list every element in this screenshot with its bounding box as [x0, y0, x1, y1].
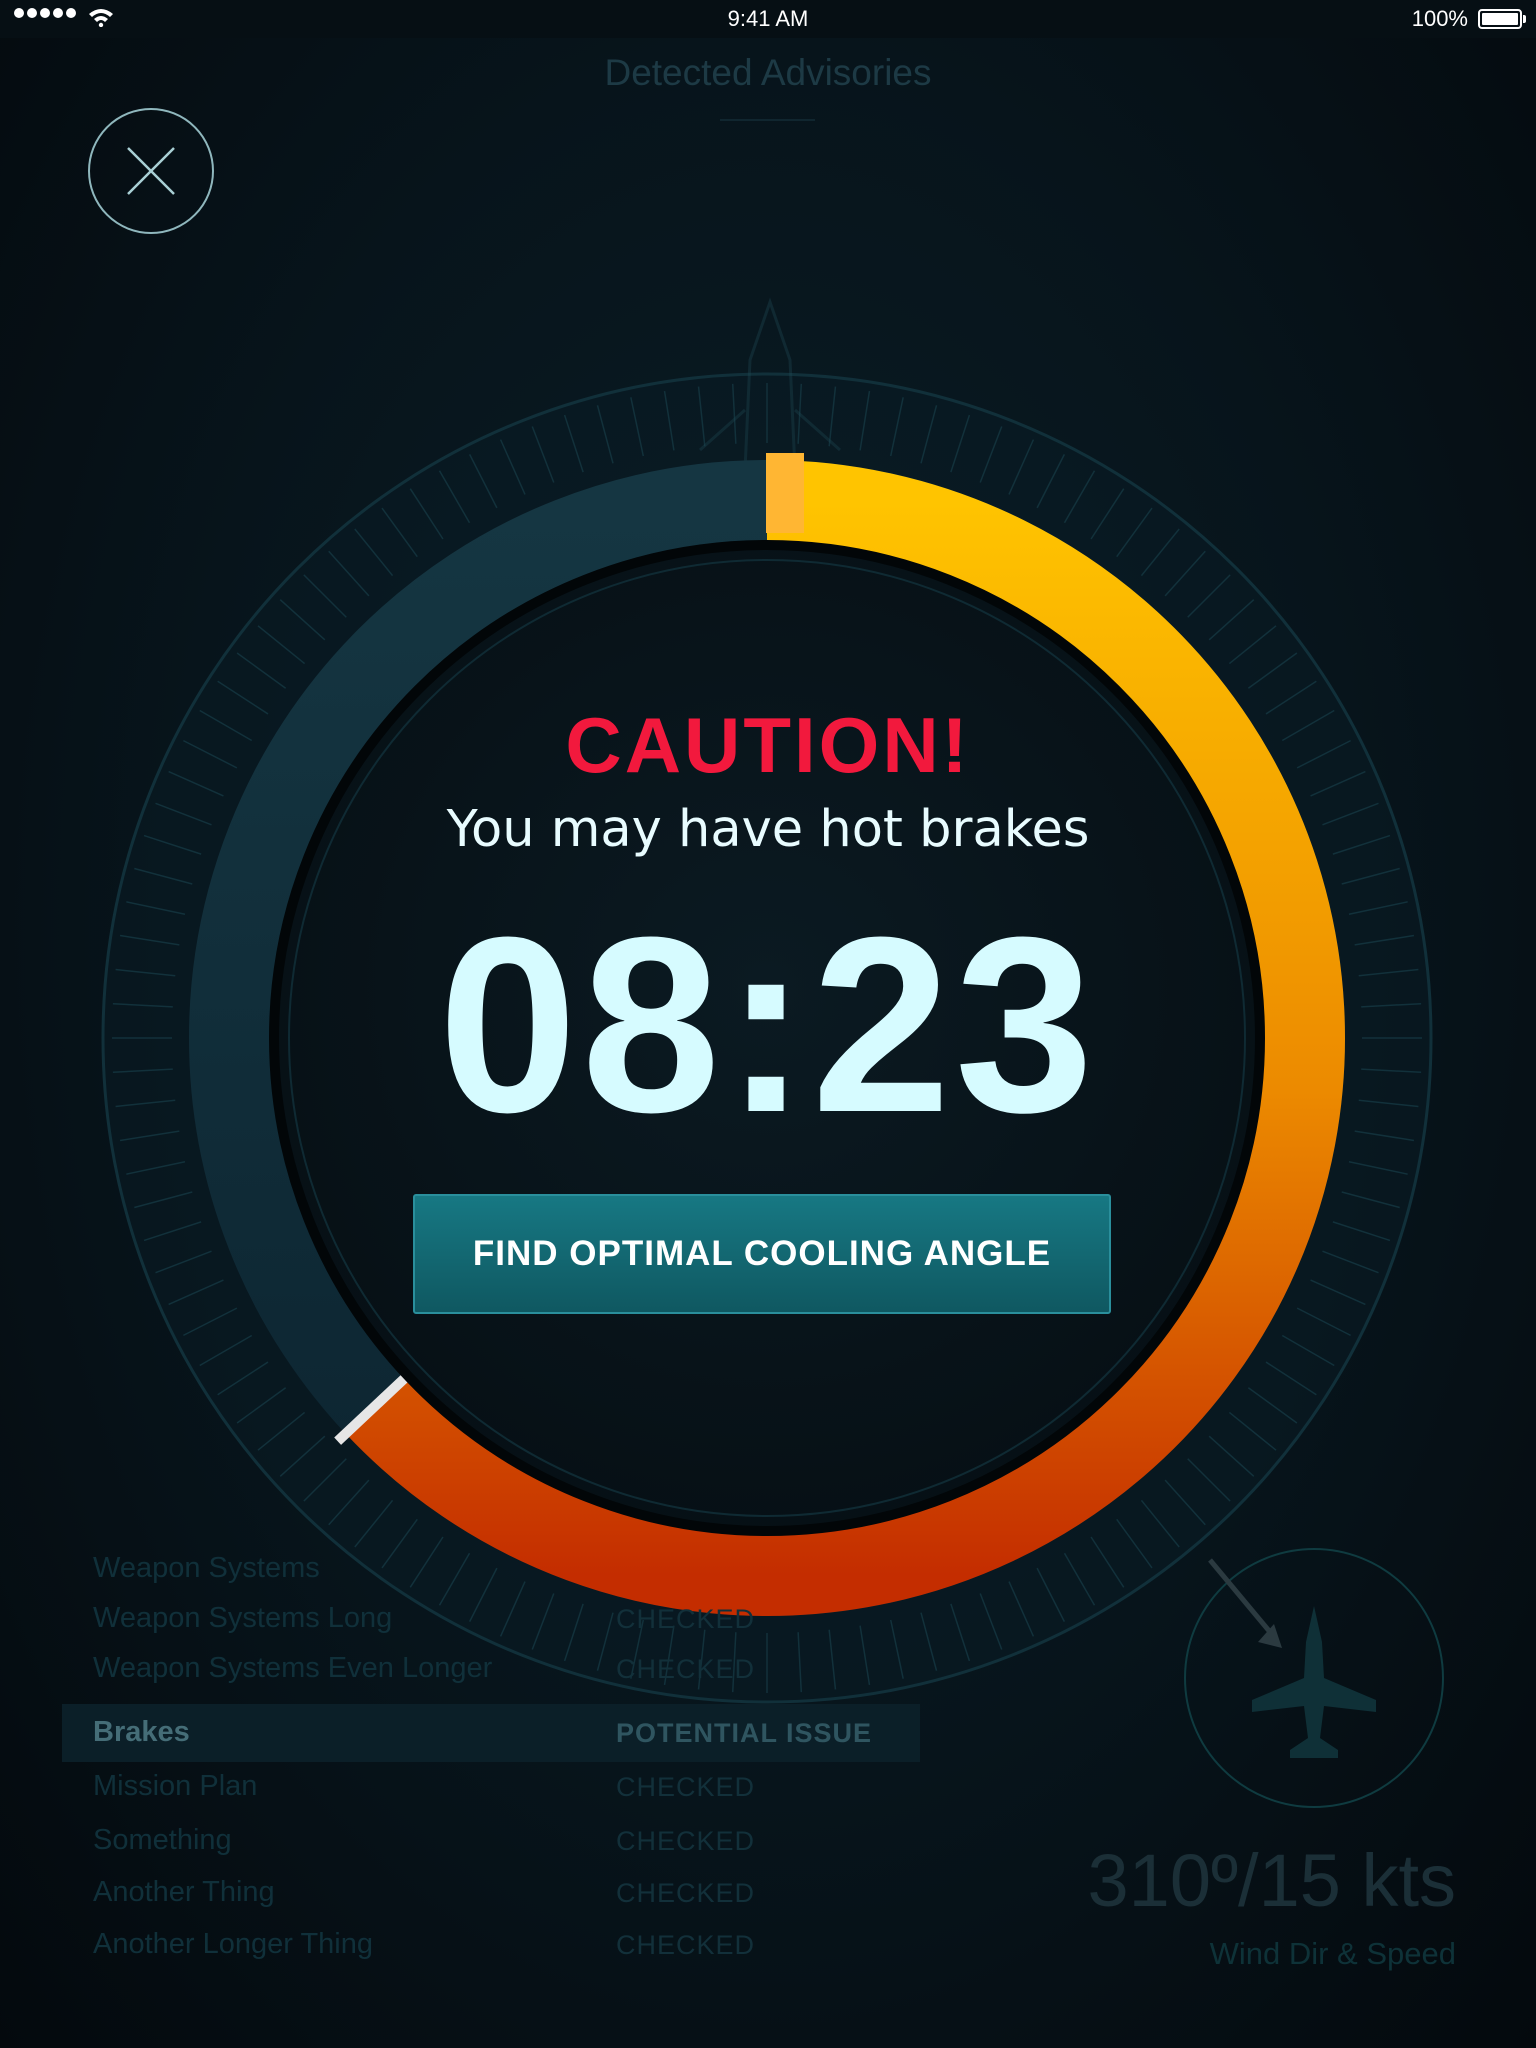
- advisory-row[interactable]: Mission Plan CHECKED: [62, 1758, 920, 1816]
- wind-value: 310º/15 kts: [1087, 1839, 1456, 1922]
- advisory-status: CHECKED: [616, 1604, 756, 1634]
- caution-heading: CAUTION!: [565, 701, 971, 789]
- advisory-name: Mission Plan: [93, 1770, 258, 1802]
- wind-compass: [1184, 1548, 1444, 1808]
- advisory-row[interactable]: Weapon Systems Even Longer CHECKED: [62, 1640, 920, 1698]
- advisory-row-active[interactable]: Brakes POTENTIAL ISSUE: [62, 1704, 920, 1762]
- advisory-name: Weapon Systems Even Longer: [93, 1652, 493, 1684]
- advisory-status: CHECKED: [616, 1654, 756, 1684]
- advisory-name: Weapon Systems: [93, 1552, 320, 1584]
- alert-message: You may have hot brakes: [446, 800, 1090, 859]
- find-cooling-angle-button[interactable]: FIND OPTIMAL COOLING ANGLE: [413, 1194, 1111, 1314]
- advisory-name: Weapon Systems Long: [93, 1602, 393, 1634]
- advisory-status: CHECKED: [616, 1772, 756, 1802]
- advisory-name: Brakes: [93, 1716, 190, 1748]
- wind-label: Wind Dir & Speed: [1209, 1936, 1456, 1971]
- advisory-status: POTENTIAL ISSUE: [616, 1718, 873, 1748]
- wind-arrow-icon: [1208, 1558, 1282, 1648]
- gauge-start-cap: [766, 453, 804, 533]
- countdown-timer: 08:23: [438, 885, 1098, 1164]
